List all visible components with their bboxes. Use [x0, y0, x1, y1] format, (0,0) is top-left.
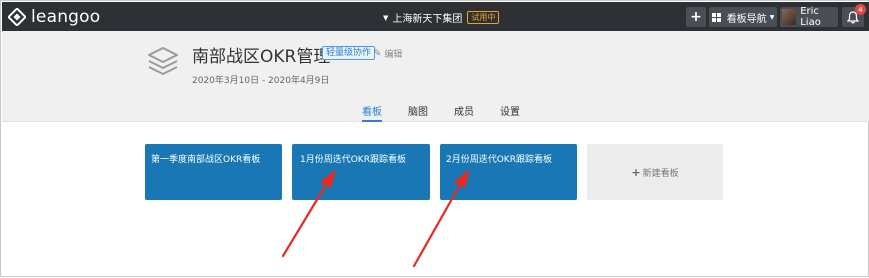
board-card[interactable]: 2月份周迭代OKR跟踪看板: [440, 144, 577, 200]
caret-down-icon: ▼: [383, 13, 389, 22]
app-frame: leangoo ▼ 上海新天下集团 试用中 + 看板导航 ▼ Eric Liao: [0, 0, 869, 277]
plus-icon: +: [631, 165, 641, 179]
new-board-label: 新建看板: [642, 168, 679, 179]
board-card[interactable]: 第一季度南部战区OKR看板: [145, 144, 282, 200]
org-selector[interactable]: ▼ 上海新天下集团 试用中: [383, 10, 500, 25]
add-button[interactable]: +: [686, 7, 706, 27]
org-name: 上海新天下集团: [392, 14, 463, 25]
user-name: Eric Liao: [800, 6, 821, 28]
notification-count-badge: 4: [855, 4, 866, 15]
logo-icon: [8, 8, 26, 26]
layers-icon: [148, 47, 178, 75]
project-date-range: 2020年3月10日 - 2020年4月9日: [192, 76, 330, 86]
top-bar: leangoo ▼ 上海新天下集团 试用中 + 看板导航 ▼ Eric Liao: [2, 2, 869, 31]
grid-icon: [711, 12, 721, 22]
tab-mindmap[interactable]: 脑图: [408, 103, 428, 122]
tab-settings[interactable]: 设置: [500, 103, 520, 122]
edit-project-link[interactable]: ✎ 编辑: [373, 47, 402, 60]
board-name: 2月份周迭代OKR跟踪看板: [446, 155, 552, 165]
app-name: leangoo: [31, 7, 101, 27]
avatar: [782, 9, 797, 25]
project-title: 南部战区OKR管理: [192, 47, 331, 67]
project-tabs: 看板 脑图 成员 设置: [362, 103, 546, 122]
trial-badge: 试用中: [467, 11, 500, 24]
new-board-button[interactable]: + 新建看板: [587, 144, 723, 200]
edit-label: 编辑: [384, 50, 403, 60]
plus-icon: +: [690, 9, 702, 25]
logo[interactable]: leangoo: [8, 7, 100, 27]
board-name: 1月份周迭代OKR跟踪看板: [300, 155, 406, 165]
board-nav-button[interactable]: 看板导航 ▼: [709, 7, 777, 27]
project-header: 南部战区OKR管理 轻量级协作 ✎ 编辑 2020年3月10日 - 2020年4…: [2, 31, 869, 122]
tab-boards[interactable]: 看板: [362, 103, 382, 122]
notifications-button[interactable]: 4: [842, 4, 866, 27]
user-menu[interactable]: Eric Liao: [780, 6, 838, 28]
project-tag: 轻量级协作: [322, 46, 376, 60]
caret-down-icon: ▼: [769, 13, 775, 21]
tab-members[interactable]: 成员: [454, 103, 474, 122]
board-nav-label: 看板导航: [726, 13, 767, 25]
pencil-icon: ✎: [373, 48, 382, 59]
board-card[interactable]: 1月份周迭代OKR跟踪看板: [292, 144, 430, 200]
board-name: 第一季度南部战区OKR看板: [151, 155, 261, 165]
